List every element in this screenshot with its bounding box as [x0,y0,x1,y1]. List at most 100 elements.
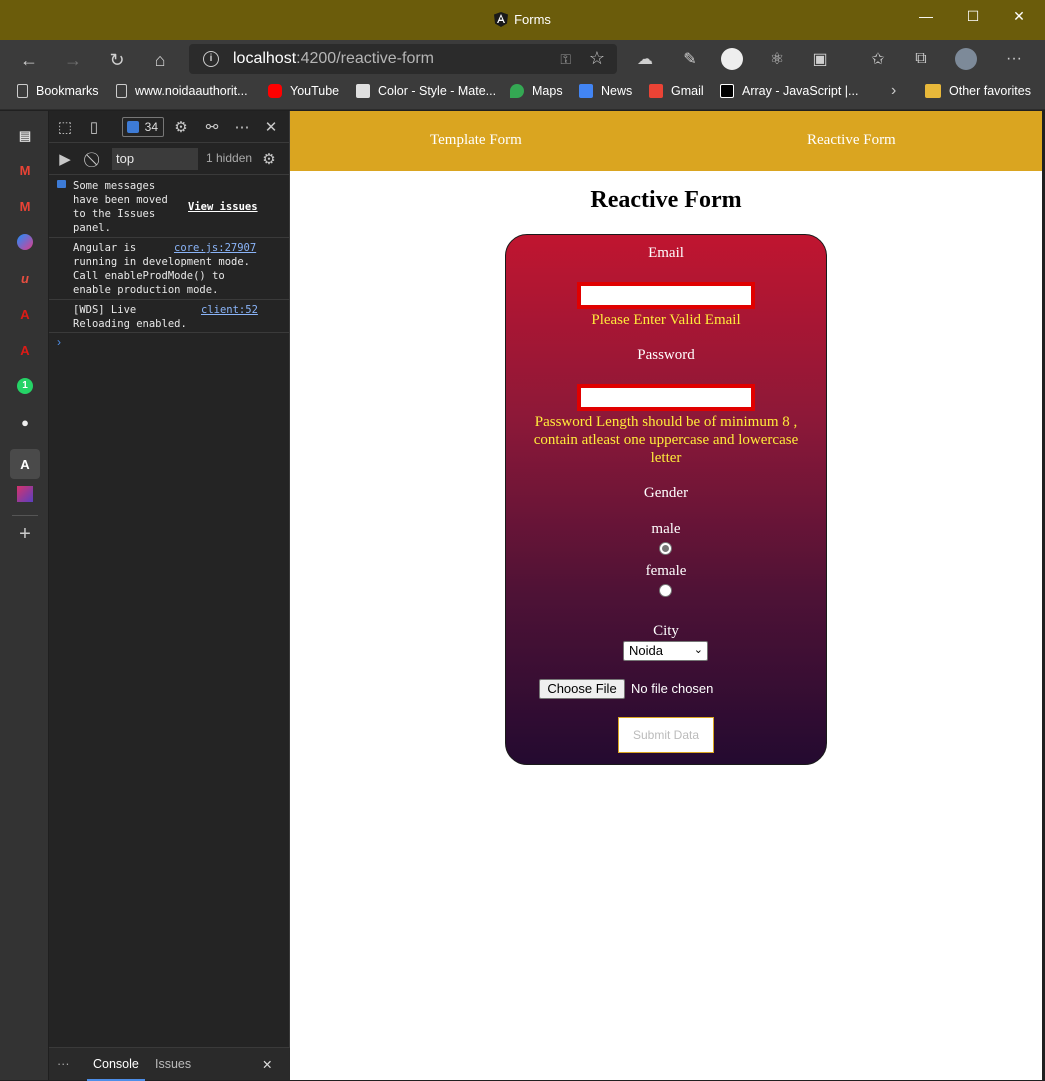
bookmark-item[interactable]: Other favorites [925,84,1031,98]
bookmark-item[interactable]: News [579,84,632,98]
inspect-element-icon[interactable]: ⬚ [56,118,74,136]
edge-sidebar: ▤ M M u A A 1 ● A + [0,111,49,1080]
site-info-icon[interactable]: i [203,51,219,67]
context-selector[interactable]: top [112,148,198,170]
clear-console-icon[interactable]: ⃠ [86,150,104,168]
angular-sidebar-icon[interactable]: A [16,305,34,323]
submit-button[interactable]: Submit Data [618,717,714,753]
console-issues-badge[interactable]: 34 [122,117,164,137]
settings-gear-icon[interactable]: ⚙ [172,118,190,136]
password-key-icon[interactable]: ⚿ [560,51,571,68]
bookmark-item[interactable]: www.noidaauthorit... [116,84,248,98]
city-label: City [653,623,679,639]
source-link[interactable]: client:52 [201,303,258,317]
bookmark-item[interactable]: Gmail [649,84,704,98]
choose-file-button[interactable]: Choose File [539,679,625,699]
window-title: Forms [0,12,1045,27]
city-select[interactable]: Noida ⌄ [623,641,708,661]
profile-extension-icon[interactable] [721,48,743,70]
male-radio[interactable] [659,542,672,555]
tab-console[interactable]: Console [87,1057,145,1081]
tab-issues[interactable]: Issues [155,1057,191,1071]
email-field[interactable] [577,282,755,309]
password-label: Password [637,347,695,363]
bookmarks-overflow-chevron-icon[interactable]: › [891,82,896,100]
page-viewport: Template Form Reactive Form Reactive For… [290,111,1042,1080]
more-options-icon[interactable]: ⋯ [233,118,251,136]
gmail-sidebar-icon[interactable]: M [16,161,34,179]
bookmark-item[interactable]: YouTube [268,84,339,98]
bookmark-item[interactable]: Color - Style - Mate... [356,84,496,98]
template-form-link[interactable]: Template Form [430,132,522,149]
gmail-icon [649,84,663,98]
close-window-button[interactable]: ✕ [996,0,1042,32]
bookmark-item[interactable]: Maps [510,84,563,98]
close-devtools-icon[interactable]: ✕ [262,118,280,136]
profile-avatar-icon[interactable] [955,48,977,70]
home-icon[interactable]: ⌂ [149,49,171,71]
bookmark-item[interactable]: Bookmarks [17,84,99,98]
connect-icon[interactable]: ⚯ [203,118,221,136]
add-icon[interactable]: + [16,523,34,545]
back-icon[interactable]: ← [18,49,40,71]
console-prompt[interactable]: › [57,335,61,349]
reactive-form-link[interactable]: Reactive Form [807,132,896,149]
url-path: :4200/reactive-form [296,50,434,67]
close-drawer-icon[interactable]: ✕ [262,1057,272,1072]
app-sidebar-icon[interactable] [16,485,34,503]
window-titlebar: Forms — ☐ ✕ [0,0,1045,40]
forward-icon[interactable]: → [62,49,84,71]
sidebar-divider [12,515,38,516]
pen-extension-icon[interactable]: ✎ [679,48,701,70]
drawer-more-icon[interactable]: ··· [57,1057,70,1071]
console-message: Angular is running in development mode. … [49,238,290,300]
password-error-line-3: letter [650,450,682,466]
message-icon [57,180,66,188]
refresh-icon[interactable]: ↻ [106,49,128,71]
reactive-form-card: Email Please Enter Valid Email Password … [505,234,827,765]
folder-icon [925,84,941,98]
bookmarks-bar: Bookmarks www.noidaauthorit... YouTube C… [0,78,1045,110]
view-issues-link[interactable]: View issues [188,200,258,214]
drawer-tabs: ··· Console Issues ✕ [49,1047,290,1081]
whatsapp-icon[interactable]: 1 [16,377,34,395]
udemy-icon[interactable]: u [16,269,34,287]
bookmark-item[interactable]: Array - JavaScript |... [720,84,858,98]
collections-icon[interactable]: ⧉ [910,48,932,70]
sidebar-toggle-icon[interactable]: ▶ [56,150,74,168]
console-filter-bar: ▶ ⃠ top 1 hidden ⚙ [49,143,290,175]
app-navbar: Template Form Reactive Form [290,111,1042,171]
chevron-down-icon: ⌄ [693,644,703,656]
angular-icon [494,12,509,27]
maps-icon [510,84,524,98]
console-message: Some messages have been moved to the Iss… [49,176,290,238]
tab-actions-icon[interactable]: ▤ [16,127,34,145]
file-status: No file chosen [631,681,714,696]
favorite-star-icon[interactable]: ☆ [589,48,605,69]
device-toolbar-icon[interactable]: ▯ [85,118,103,136]
maximize-button[interactable]: ☐ [950,0,996,32]
console-settings-icon[interactable]: ⚙ [260,150,278,168]
react-devtools-icon[interactable]: ⚛ [766,48,788,70]
angular-sidebar-icon[interactable]: A [16,341,34,359]
extensions-icon[interactable]: ▣ [809,48,831,70]
male-label: male [651,521,681,537]
minimize-button[interactable]: — [903,0,949,32]
devtools-toolbar: ⬚ ▯ 34 ⚙ ⚯ ⋯ ✕ [49,111,290,143]
angular-active-icon[interactable]: A [10,449,40,479]
password-field[interactable] [577,384,755,411]
favorites-icon[interactable]: ✩ [867,48,889,70]
hidden-count[interactable]: 1 hidden [206,151,252,165]
address-bar[interactable]: i localhost:4200/reactive-form ⚿ ☆ [189,44,617,74]
email-error: Please Enter Valid Email [591,312,741,328]
cloud-extension-icon[interactable]: ☁ [634,48,656,70]
female-radio[interactable] [659,584,672,597]
github-icon[interactable]: ● [16,413,34,431]
bookmarks-folder-icon [17,84,28,98]
gender-label: Gender [643,485,689,501]
edge-sidebar-icon[interactable] [16,233,34,251]
gmail-sidebar-icon[interactable]: M [16,197,34,215]
password-error-line-2: contain atleast one uppercase and lowerc… [533,432,799,448]
more-menu-icon[interactable]: ··· [1003,48,1025,70]
source-link[interactable]: core.js:27907 [174,241,256,255]
